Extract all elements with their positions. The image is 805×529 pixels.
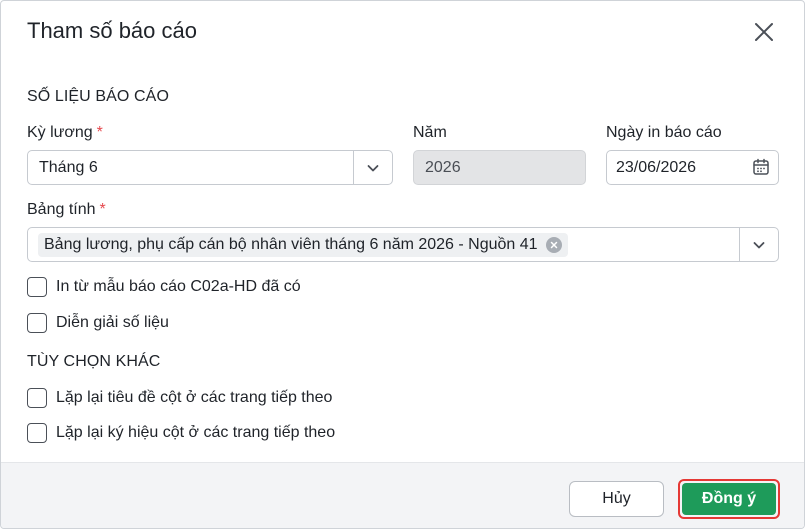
- required-mark: *: [99, 201, 106, 218]
- option-label: Lặp lại tiêu đề cột ở các trang tiếp the…: [56, 389, 333, 406]
- checkbox[interactable]: [27, 277, 47, 297]
- dialog-title: Tham số báo cáo: [27, 18, 197, 43]
- chevron-down-icon[interactable]: [353, 151, 392, 184]
- period-select[interactable]: Tháng 6: [27, 150, 393, 185]
- period-label: Kỳ lương *: [27, 124, 103, 142]
- dialog-footer: Hủy Đồng ý: [1, 462, 804, 528]
- option-label: In từ mẫu báo cáo C02a-HD đã có: [56, 278, 301, 295]
- ok-button[interactable]: Đồng ý: [682, 483, 776, 515]
- calendar-icon[interactable]: [752, 158, 770, 181]
- chip-label: Bảng lương, phụ cấp cán bộ nhân viên thá…: [44, 235, 538, 253]
- report-params-dialog: Tham số báo cáo SỐ LIỆU BÁO CÁO Kỳ lương…: [0, 0, 805, 529]
- remove-chip-icon[interactable]: [545, 236, 562, 253]
- option-explain-data[interactable]: Diễn giải số liệu: [27, 313, 169, 333]
- close-icon[interactable]: [749, 17, 779, 47]
- year-label: Năm: [413, 124, 447, 141]
- sheet-multiselect[interactable]: Bảng lương, phụ cấp cán bộ nhân viên thá…: [27, 227, 779, 262]
- section-heading-data: SỐ LIỆU BÁO CÁO: [27, 88, 169, 105]
- period-label-text: Kỳ lương: [27, 124, 93, 141]
- sheet-selected-list: Bảng lương, phụ cấp cán bộ nhân viên thá…: [28, 232, 739, 257]
- year-input: 2026: [413, 150, 586, 185]
- checkbox[interactable]: [27, 313, 47, 333]
- section-heading-other: TÙY CHỌN KHÁC: [27, 353, 161, 370]
- print-date-label: Ngày in báo cáo: [606, 124, 722, 141]
- option-print-from-template[interactable]: In từ mẫu báo cáo C02a-HD đã có: [27, 277, 301, 297]
- ok-button-highlight: Đồng ý: [678, 479, 780, 519]
- period-value: Tháng 6: [39, 158, 98, 176]
- option-repeat-column-titles[interactable]: Lặp lại tiêu đề cột ở các trang tiếp the…: [27, 388, 332, 408]
- checkbox[interactable]: [27, 423, 47, 443]
- required-mark: *: [96, 124, 103, 141]
- selected-chip: Bảng lương, phụ cấp cán bộ nhân viên thá…: [38, 232, 568, 257]
- year-value: 2026: [425, 158, 461, 176]
- chevron-down-icon[interactable]: [739, 228, 778, 261]
- checkbox[interactable]: [27, 388, 47, 408]
- option-repeat-column-symbols[interactable]: Lặp lại ký hiệu cột ở các trang tiếp the…: [27, 423, 335, 443]
- option-label: Diễn giải số liệu: [56, 314, 169, 331]
- cancel-button[interactable]: Hủy: [569, 481, 664, 517]
- sheet-label: Bảng tính *: [27, 201, 106, 219]
- sheet-label-text: Bảng tính: [27, 201, 96, 218]
- option-label: Lặp lại ký hiệu cột ở các trang tiếp the…: [56, 424, 336, 441]
- print-date-input[interactable]: 23/06/2026: [606, 150, 779, 185]
